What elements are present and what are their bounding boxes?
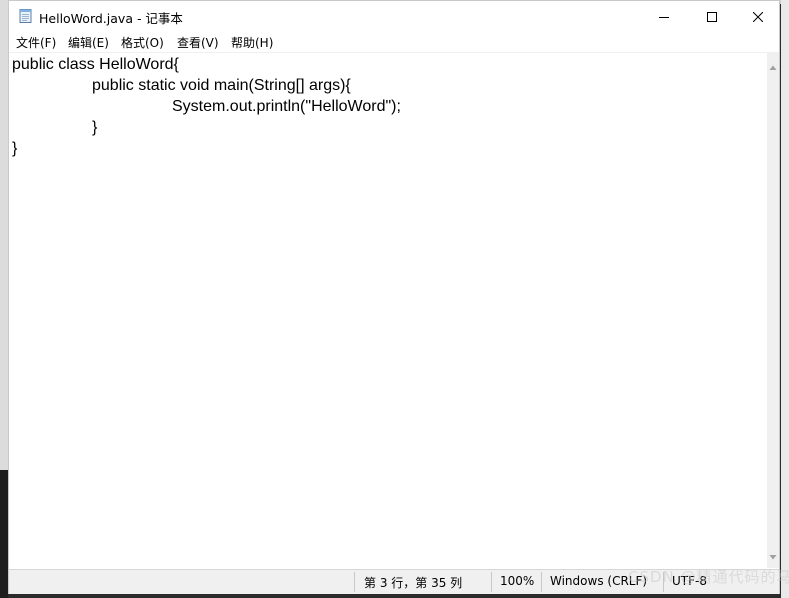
menu-help[interactable]: 帮助(H) [230,34,274,51]
desktop-right-strip [781,0,789,598]
minimize-icon [659,12,669,22]
maximize-icon [707,11,717,22]
menu-file[interactable]: 文件(F) [15,34,57,51]
menu-bar: 文件(F) 编辑(E) 格式(O) 查看(V) 帮助(H) [9,32,779,52]
notepad-window: HelloWord.java - 记事本 文件(F) 编辑(E) 格式(O) 查… [8,0,780,594]
code-line-3: System.out.println("HelloWord"); [172,98,401,115]
text-editor[interactable]: public class HelloWord{ public static vo… [9,52,767,569]
scroll-up-icon[interactable] [769,56,777,75]
menu-format[interactable]: 格式(O) [120,34,165,51]
maximize-button[interactable] [689,1,735,32]
menu-edit[interactable]: 编辑(E) [67,34,110,51]
zoom-level: 100% [500,574,535,588]
minimize-button[interactable] [641,1,687,32]
status-separator [541,572,542,592]
code-line-4: } [92,119,98,136]
status-separator [491,572,492,592]
code-line-2: public static void main(String[] args){ [92,77,351,94]
menu-view[interactable]: 查看(V) [176,34,220,51]
close-icon [753,11,763,22]
notepad-icon [18,8,34,24]
cursor-position: 第 3 行，第 35 列 [364,576,463,590]
status-separator [354,572,355,592]
scroll-down-icon[interactable] [769,545,777,564]
code-line-1: public class HelloWord{ [12,56,179,73]
title-bar[interactable]: HelloWord.java - 记事本 [9,1,779,32]
desktop-left-dark [0,470,8,598]
close-button[interactable] [735,1,781,32]
window-title: HelloWord.java - 记事本 [39,11,183,26]
watermark: CSDN @精通代码的马克 [628,568,789,586]
vertical-scrollbar[interactable] [767,52,779,568]
code-line-5: } [12,140,18,157]
